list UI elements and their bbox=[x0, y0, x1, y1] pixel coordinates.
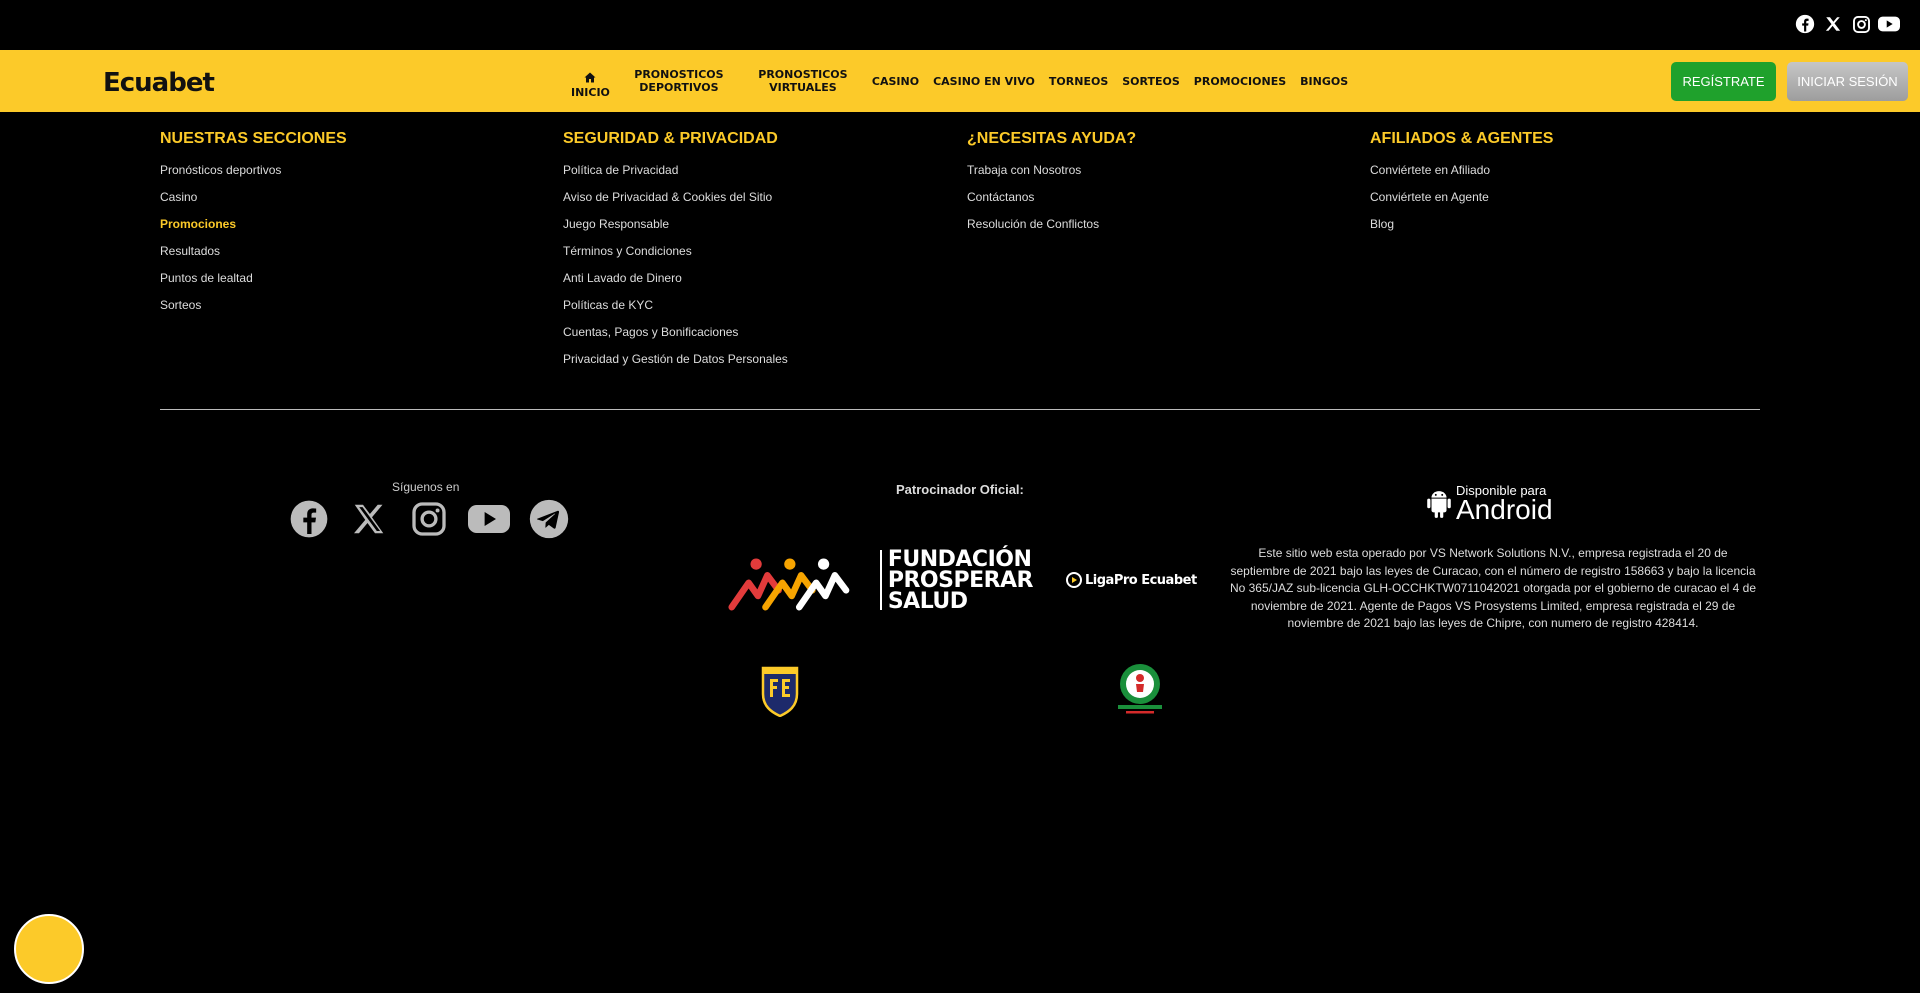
nav-item-pronosticos-virtuales[interactable]: PRONOSTICOS VIRTUALES bbox=[741, 68, 865, 94]
nav-item-label: INICIO bbox=[571, 85, 610, 99]
footer-link[interactable]: Pronósticos deportivos bbox=[160, 163, 347, 190]
follow-social-links bbox=[288, 498, 570, 540]
footer-link[interactable]: Sorteos bbox=[160, 298, 347, 325]
nav-item-casino[interactable]: CASINO bbox=[865, 75, 926, 88]
footer-link[interactable]: Resolución de Conflictos bbox=[967, 217, 1136, 244]
footer-link[interactable]: Términos y Condiciones bbox=[563, 244, 788, 271]
facebook-icon[interactable] bbox=[1794, 13, 1816, 35]
brand-logo[interactable]: Ecuabet bbox=[103, 68, 215, 98]
column-title: SEGURIDAD & PRIVACIDAD bbox=[563, 130, 778, 147]
footer-link[interactable]: Políticas de KYC bbox=[563, 298, 788, 325]
top-bar bbox=[0, 0, 1920, 50]
runners-icon bbox=[728, 558, 850, 611]
instagram-icon[interactable] bbox=[408, 498, 450, 540]
youtube-icon[interactable] bbox=[468, 498, 510, 540]
footer-link[interactable]: Puntos de lealtad bbox=[160, 271, 347, 298]
fundacion-prosperar-logo: FUNDACIÓN PROSPERAR SALUD bbox=[728, 545, 1034, 615]
footer-link[interactable]: Resultados bbox=[160, 244, 347, 271]
register-button[interactable]: REGÍSTRATE bbox=[1671, 62, 1776, 101]
fundacion-line: PROSPERAR bbox=[887, 567, 1034, 593]
footer-link[interactable]: Cuentas, Pagos y Bonificaciones bbox=[563, 325, 788, 352]
footer-column-afiliados: AFILIADOS & AGENTES Conviértete en Afili… bbox=[1370, 130, 1553, 244]
instagram-icon[interactable] bbox=[1850, 13, 1872, 35]
android-icon bbox=[1427, 490, 1451, 518]
footer-link[interactable]: Contáctanos bbox=[967, 190, 1136, 217]
footer-link[interactable]: Anti Lavado de Dinero bbox=[563, 271, 788, 298]
column-title: AFILIADOS & AGENTES bbox=[1370, 130, 1554, 147]
footer-link[interactable]: Conviértete en Agente bbox=[1370, 190, 1553, 217]
footer-link[interactable]: Privacidad y Gestión de Datos Personales bbox=[563, 352, 788, 379]
main-navbar: Ecuabet INICIO PRONOSTICOS DEPORTIVOS PR… bbox=[0, 50, 1920, 112]
footer-link[interactable]: Casino bbox=[160, 190, 347, 217]
x-icon[interactable] bbox=[1822, 13, 1844, 35]
follow-label: Síguenos en bbox=[392, 480, 460, 494]
nav-item-torneos[interactable]: TORNEOS bbox=[1042, 75, 1115, 88]
ligapro-logo: LigaPro Ecuabet bbox=[1066, 572, 1197, 588]
top-social-links bbox=[1794, 13, 1900, 35]
footer-link[interactable]: Conviértete en Afiliado bbox=[1370, 163, 1553, 190]
nav-item-bingos[interactable]: BINGOS bbox=[1293, 75, 1355, 88]
nav-item-inicio[interactable]: INICIO bbox=[564, 64, 617, 99]
nav-item-casino-en-vivo[interactable]: CASINO EN VIVO bbox=[926, 75, 1042, 88]
footer-divider bbox=[160, 409, 1760, 410]
footer-column-seguridad: SEGURIDAD & PRIVACIDAD Política de Priva… bbox=[563, 130, 788, 379]
chat-bubble-button[interactable] bbox=[14, 914, 84, 984]
footer-link-active[interactable]: Promociones bbox=[160, 217, 347, 244]
footer-link[interactable]: Blog bbox=[1370, 217, 1553, 244]
ligapro-text: LigaPro Ecuabet bbox=[1085, 572, 1197, 588]
youtube-icon[interactable] bbox=[1878, 13, 1900, 35]
x-icon[interactable] bbox=[348, 498, 390, 540]
sponsor-label: Patrocinador Oficial: bbox=[896, 482, 1024, 497]
nav-item-sorteos[interactable]: SORTEOS bbox=[1115, 75, 1187, 88]
mushuc-runa-logo bbox=[1112, 660, 1168, 721]
fundacion-line: FUNDACIÓN bbox=[887, 546, 1032, 572]
nav-item-pronosticos-deportivos[interactable]: PRONOSTICOS DEPORTIVOS bbox=[617, 68, 741, 94]
footer-column-ayuda: ¿NECESITAS AYUDA? Trabaja con Nosotros C… bbox=[967, 130, 1136, 244]
column-title: NUESTRAS SECCIONES bbox=[160, 130, 347, 147]
fef-shield-logo bbox=[760, 665, 800, 722]
column-title: ¿NECESITAS AYUDA? bbox=[967, 130, 1137, 147]
fundacion-text: FUNDACIÓN PROSPERAR SALUD bbox=[887, 546, 1034, 614]
login-button[interactable]: INICIAR SESIÓN bbox=[1787, 62, 1908, 101]
home-icon bbox=[584, 72, 596, 82]
telegram-icon[interactable] bbox=[528, 498, 570, 540]
android-big-text: Android bbox=[1456, 494, 1553, 525]
footer-column-secciones: NUESTRAS SECCIONES Pronósticos deportivo… bbox=[160, 130, 347, 325]
footer-link[interactable]: Aviso de Privacidad & Cookies del Sitio bbox=[563, 190, 788, 217]
footer-link[interactable]: Trabaja con Nosotros bbox=[967, 163, 1136, 190]
footer-link[interactable]: Juego Responsable bbox=[563, 217, 788, 244]
footer-link[interactable]: Política de Privacidad bbox=[563, 163, 788, 190]
ligapro-mark-icon bbox=[1066, 572, 1082, 588]
nav-item-promociones[interactable]: PROMOCIONES bbox=[1187, 75, 1293, 88]
android-download[interactable]: Disponible para Android bbox=[1426, 484, 1553, 525]
legal-text: Este sitio web esta operado por VS Netwo… bbox=[1229, 546, 1757, 630]
main-nav: INICIO PRONOSTICOS DEPORTIVOS PRONOSTICO… bbox=[564, 50, 1355, 112]
logo-separator bbox=[879, 550, 882, 610]
fundacion-line: SALUD bbox=[887, 588, 968, 614]
facebook-icon[interactable] bbox=[288, 498, 330, 540]
